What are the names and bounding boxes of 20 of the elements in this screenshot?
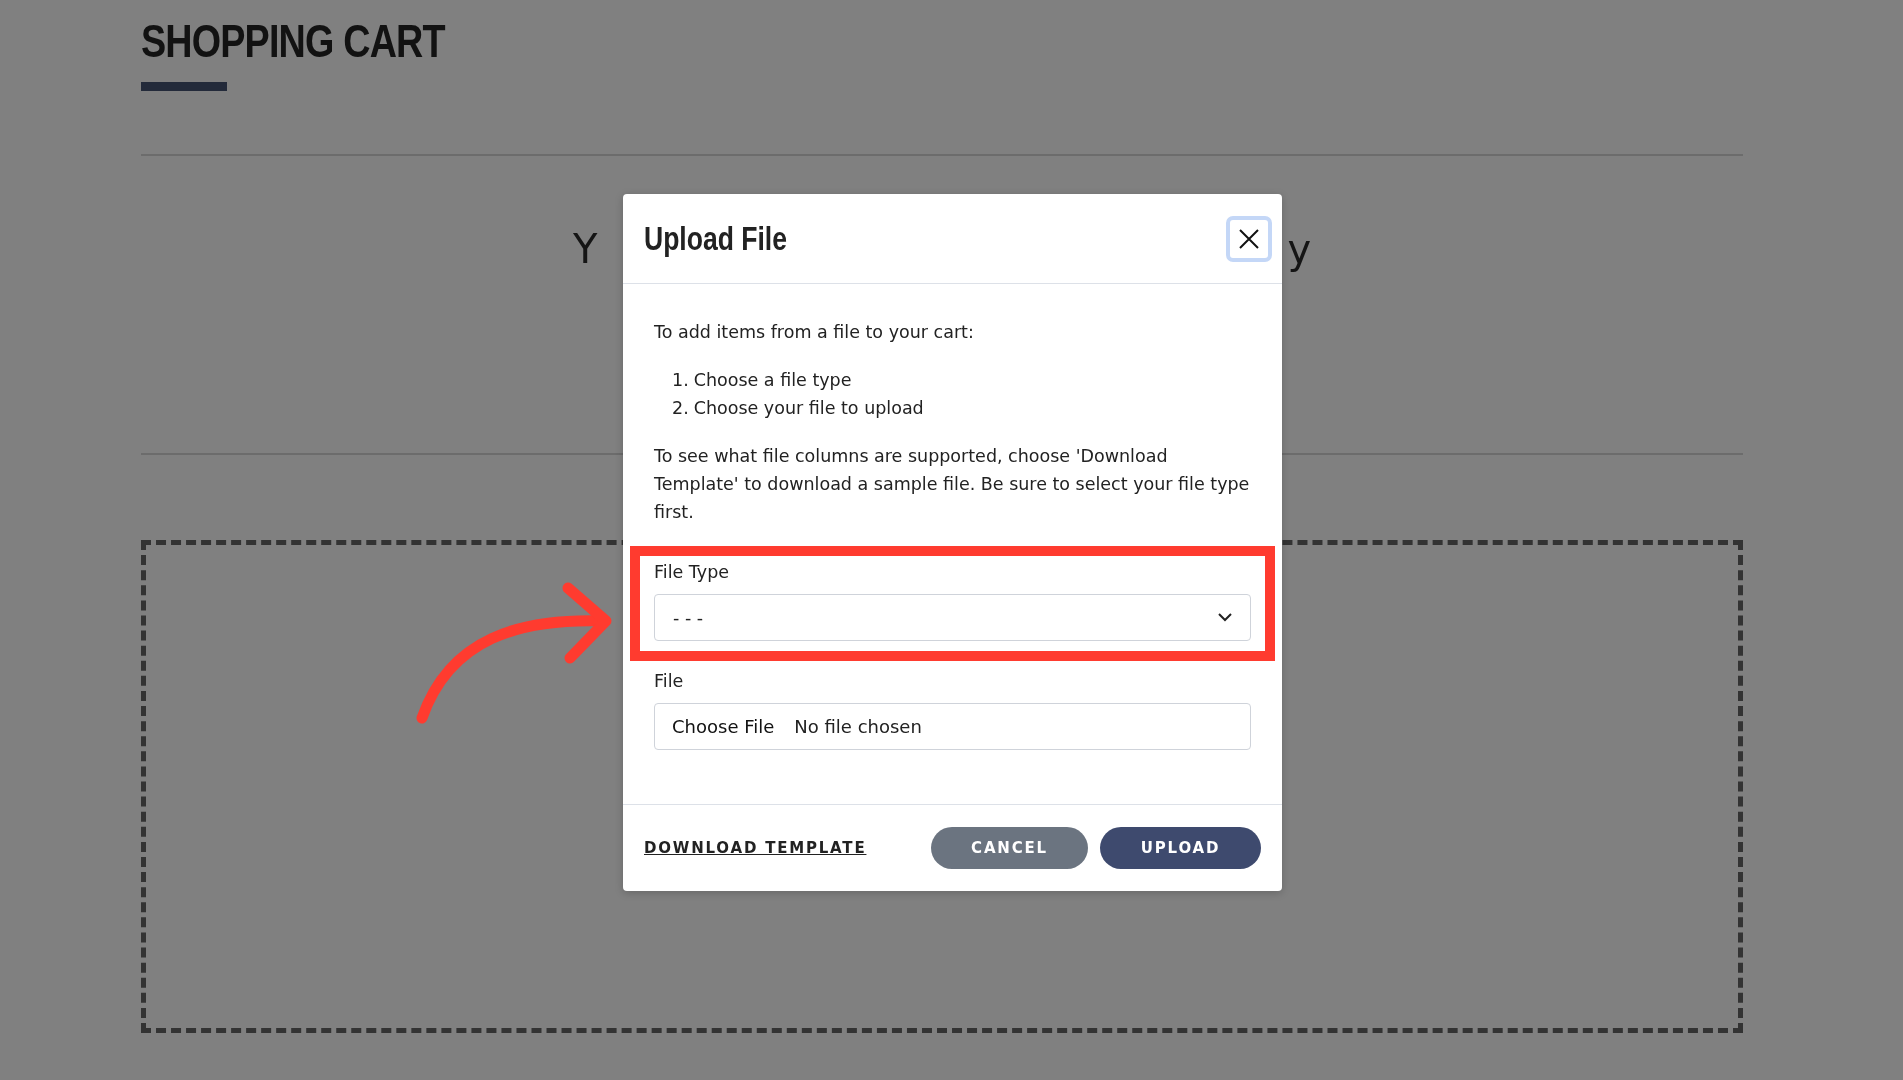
close-button[interactable] xyxy=(1226,215,1272,262)
upload-button[interactable]: UPLOAD xyxy=(1100,827,1261,869)
note-text: To see what file columns are supported, choose 'Download Template' to download a sample file. Be sure to select your file type first. xyxy=(654,445,1251,524)
page-title: SHOPPING CART xyxy=(141,14,445,68)
empty-cart-message: y xyxy=(1287,226,1312,273)
intro-text: To add items from a file to your cart: xyxy=(654,321,975,344)
close-icon xyxy=(1238,227,1260,250)
cancel-button[interactable]: CANCEL xyxy=(931,827,1088,869)
download-template-link[interactable]: DOWNLOAD TEMPLATE xyxy=(644,839,867,857)
dialog-title: Upload File xyxy=(644,219,787,258)
empty-cart-message: Y xyxy=(572,226,598,273)
file-type-select[interactable]: - - - xyxy=(654,594,1251,641)
field-label: File xyxy=(654,670,685,693)
step-text: Choose a file type xyxy=(693,369,852,392)
step-number: 1. xyxy=(672,369,689,392)
step-number: 2. xyxy=(672,397,689,420)
step-text: Choose your file to upload xyxy=(693,397,924,420)
field-label: File Type xyxy=(654,561,731,584)
chevron-down-icon xyxy=(1218,613,1232,622)
file-input[interactable]: Choose File No file chosen xyxy=(654,703,1251,750)
